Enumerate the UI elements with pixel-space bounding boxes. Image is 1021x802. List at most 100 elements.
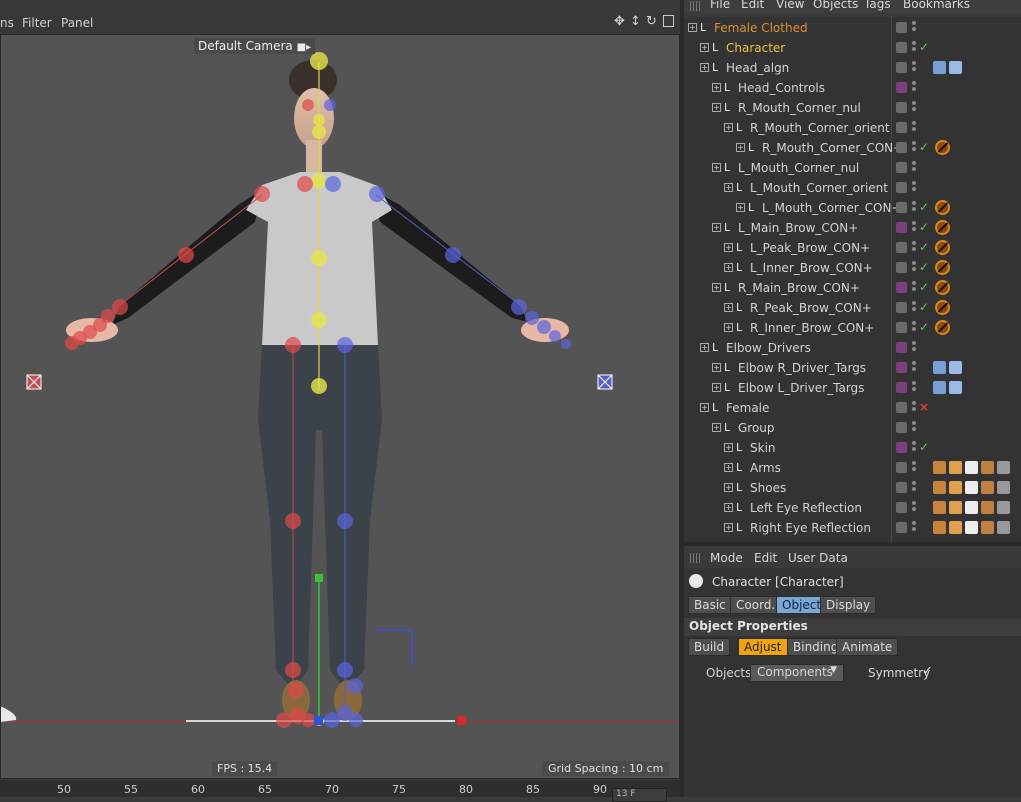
layer-flag[interactable] [896, 502, 907, 513]
tree-row[interactable]: + L R_Main_Brow_CON+ ✓ [684, 278, 1021, 298]
symmetry-checkbox[interactable]: ✓ [922, 664, 933, 679]
layer-flag[interactable] [896, 82, 907, 93]
protection-tag-icon[interactable] [935, 240, 950, 255]
visibility-dots-icon[interactable] [912, 501, 916, 514]
menu-edit[interactable]: Edit [754, 551, 777, 565]
expand-toggle-icon[interactable]: + [712, 163, 721, 172]
tree-row[interactable]: + L Head_algn [684, 58, 1021, 78]
tree-row[interactable]: + L L_Peak_Brow_CON+ ✓ [684, 238, 1021, 258]
object-tag-icon[interactable] [933, 521, 946, 534]
object-tag-icon[interactable] [933, 501, 946, 514]
object-tag-icon[interactable] [965, 481, 978, 494]
tree-row[interactable]: + L Arms [684, 458, 1021, 478]
object-tag-icon[interactable] [965, 461, 978, 474]
expand-toggle-icon[interactable]: + [724, 443, 733, 452]
object-tag-icon[interactable] [933, 381, 946, 394]
layer-flag[interactable] [896, 202, 907, 213]
tree-row[interactable]: + L L_Main_Brow_CON+ ✓ [684, 218, 1021, 238]
enabled-check-icon[interactable]: ✓ [919, 300, 929, 314]
visibility-dots-icon[interactable] [912, 301, 916, 314]
objects-dropdown[interactable]: Components ▼ [750, 664, 844, 682]
object-tag-icon[interactable] [933, 461, 946, 474]
layer-flag[interactable] [896, 102, 907, 113]
expand-toggle-icon[interactable]: + [712, 363, 721, 372]
layer-flag[interactable] [896, 362, 907, 373]
expand-toggle-icon[interactable]: + [700, 403, 709, 412]
tree-row[interactable]: + L L_Mouth_Corner_CON+ ✓ [684, 198, 1021, 218]
tree-row[interactable]: + L R_Mouth_Corner_nul [684, 98, 1021, 118]
expand-toggle-icon[interactable]: + [700, 63, 709, 72]
visibility-dots-icon[interactable] [912, 321, 916, 334]
tree-row[interactable]: + L R_Mouth_Corner_CON+ ✓ [684, 138, 1021, 158]
menu-user-data[interactable]: User Data [788, 551, 848, 565]
protection-tag-icon[interactable] [935, 320, 950, 335]
menu-cameras[interactable]: ns [0, 16, 14, 30]
tree-row[interactable]: + L Female × [684, 398, 1021, 418]
visibility-dots-icon[interactable] [912, 141, 916, 154]
camera-label[interactable]: Default Camera ■▸ [194, 38, 316, 54]
visibility-dots-icon[interactable] [912, 181, 916, 194]
object-tag-icon[interactable] [933, 481, 946, 494]
menu-filter[interactable]: Filter [22, 16, 52, 30]
layer-flag[interactable] [896, 402, 907, 413]
subtab-build[interactable]: Build [688, 638, 731, 656]
object-tag-icon[interactable] [981, 461, 994, 474]
object-tag-icon[interactable] [949, 381, 962, 394]
layer-flag[interactable] [896, 62, 907, 73]
enabled-check-icon[interactable]: ✓ [919, 40, 929, 54]
layer-flag[interactable] [896, 162, 907, 173]
layer-flag[interactable] [896, 302, 907, 313]
expand-toggle-icon[interactable]: + [724, 243, 733, 252]
object-tag-icon[interactable] [965, 521, 978, 534]
tab-display[interactable]: Display [820, 596, 877, 614]
tree-row[interactable]: + L Elbow L_Driver_Targs [684, 378, 1021, 398]
enabled-check-icon[interactable]: ✓ [919, 140, 929, 154]
visibility-dots-icon[interactable] [912, 481, 916, 494]
tab-coord[interactable]: Coord. [730, 596, 782, 614]
visibility-dots-icon[interactable] [912, 81, 916, 94]
object-tag-icon[interactable] [997, 501, 1010, 514]
move-view-icon[interactable]: ✥ [614, 14, 625, 29]
layer-flag[interactable] [896, 22, 907, 33]
menu-objects[interactable]: Objects [813, 0, 858, 11]
object-tag-icon[interactable] [933, 361, 946, 374]
enabled-check-icon[interactable]: ✓ [919, 320, 929, 334]
layer-flag[interactable] [896, 122, 907, 133]
menu-edit[interactable]: Edit [741, 0, 764, 11]
expand-toggle-icon[interactable]: + [724, 463, 733, 472]
visibility-dots-icon[interactable] [912, 421, 916, 434]
timeline-ruler[interactable]: 50 55 60 65 70 75 80 85 90 [0, 780, 683, 797]
tree-row[interactable]: + L Shoes [684, 478, 1021, 498]
object-tag-icon[interactable] [981, 481, 994, 494]
rotate-view-icon[interactable]: ↻ [646, 14, 657, 29]
expand-toggle-icon[interactable]: + [736, 203, 745, 212]
tree-row[interactable]: + L L_Inner_Brow_CON+ ✓ [684, 258, 1021, 278]
enabled-check-icon[interactable]: ✓ [919, 200, 929, 214]
menu-mode[interactable]: Mode [710, 551, 743, 565]
menu-tags[interactable]: Tags [864, 0, 891, 11]
object-tag-icon[interactable] [997, 521, 1010, 534]
visibility-dots-icon[interactable] [912, 401, 916, 414]
visibility-dots-icon[interactable] [912, 521, 916, 534]
menu-view[interactable]: View [776, 0, 804, 11]
maximize-view-icon[interactable] [663, 15, 674, 27]
visibility-dots-icon[interactable] [912, 121, 916, 134]
object-tag-icon[interactable] [949, 521, 962, 534]
layer-flag[interactable] [896, 462, 907, 473]
visibility-dots-icon[interactable] [912, 41, 916, 54]
expand-toggle-icon[interactable]: + [712, 103, 721, 112]
protection-tag-icon[interactable] [935, 260, 950, 275]
enabled-check-icon[interactable]: ✓ [919, 240, 929, 254]
tree-row[interactable]: + L R_Mouth_Corner_orient [684, 118, 1021, 138]
expand-toggle-icon[interactable]: + [712, 423, 721, 432]
object-tag-icon[interactable] [949, 481, 962, 494]
object-tag-icon[interactable] [997, 461, 1010, 474]
expand-toggle-icon[interactable]: + [712, 83, 721, 92]
tree-row[interactable]: + L Right Eye Reflection [684, 518, 1021, 538]
layer-flag[interactable] [896, 322, 907, 333]
protection-tag-icon[interactable] [935, 300, 950, 315]
layer-flag[interactable] [896, 422, 907, 433]
visibility-dots-icon[interactable] [912, 461, 916, 474]
menu-panel[interactable]: Panel [61, 16, 93, 30]
visibility-dots-icon[interactable] [912, 101, 916, 114]
